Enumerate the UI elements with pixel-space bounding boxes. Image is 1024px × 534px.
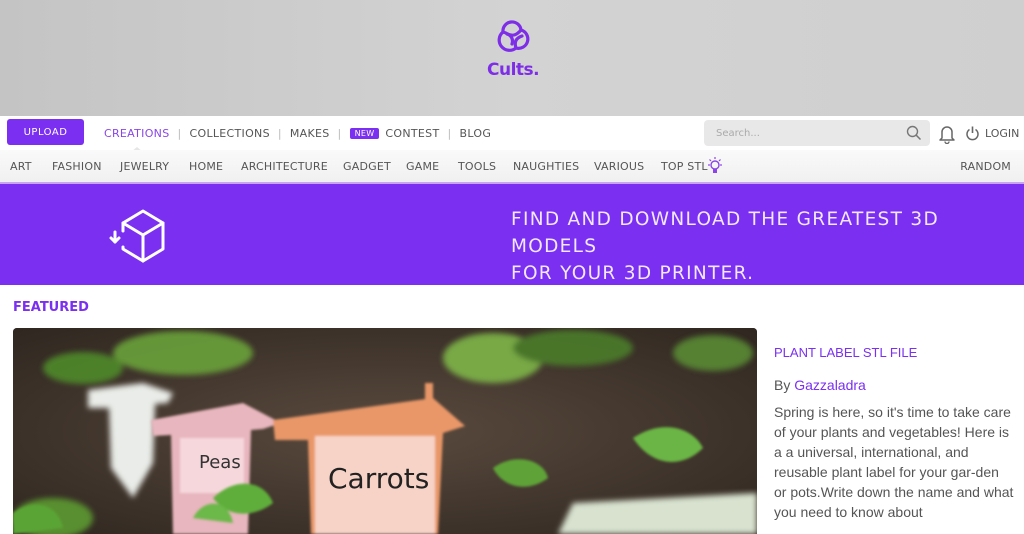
header-banner: Cults. xyxy=(0,0,1024,116)
category-home[interactable]: HOME xyxy=(189,160,223,173)
nav-separator: | xyxy=(337,126,342,140)
upload-button[interactable]: UPLOAD xyxy=(7,119,84,145)
lightbulb-icon xyxy=(706,156,724,179)
category-architecture[interactable]: ARCHITECTURE xyxy=(241,160,328,173)
featured-title[interactable]: PLANT LABEL STL FILE xyxy=(774,345,1014,360)
new-badge: NEW xyxy=(349,127,380,139)
banner-line-1: FIND AND DOWNLOAD THE GREATEST 3D MODELS xyxy=(511,209,939,257)
category-fashion[interactable]: FASHION xyxy=(52,160,102,173)
category-various[interactable]: VARIOUS xyxy=(594,160,644,173)
category-art[interactable]: ART xyxy=(10,160,32,173)
category-top-stl[interactable]: TOP STL xyxy=(661,160,708,173)
box-download-icon xyxy=(106,204,168,272)
login-label: LOGIN xyxy=(985,126,1020,140)
featured-heading: FEATURED xyxy=(13,300,89,315)
nav-creations[interactable]: CREATIONS xyxy=(104,127,169,140)
logo-text: Cults. xyxy=(487,60,540,80)
search-input[interactable] xyxy=(704,127,894,139)
nav-contest[interactable]: NEW CONTEST xyxy=(349,126,440,140)
login-button[interactable]: LOGIN xyxy=(965,125,1019,141)
author-link[interactable]: Gazzaladra xyxy=(794,377,866,393)
nav-makes[interactable]: MAKES xyxy=(290,127,330,140)
nav-separator: | xyxy=(177,126,182,140)
search-box xyxy=(704,120,930,146)
main-navbar: UPLOAD CREATIONS | COLLECTIONS | MAKES |… xyxy=(0,116,1024,150)
featured-info: PLANT LABEL STL FILE By Gazzaladra Sprin… xyxy=(774,345,1014,522)
nav-links: CREATIONS | COLLECTIONS | MAKES | NEW CO… xyxy=(104,116,491,150)
category-random[interactable]: RANDOM xyxy=(960,160,1011,173)
category-naughties[interactable]: NAUGHTIES xyxy=(513,160,579,173)
banner-text: FIND AND DOWNLOAD THE GREATEST 3D MODELS… xyxy=(511,206,1024,287)
nav-contest-label: CONTEST xyxy=(385,126,440,140)
cults-logo[interactable]: Cults. xyxy=(487,14,540,84)
image-label-carrots: Carrots xyxy=(328,462,429,495)
nav-blog[interactable]: BLOG xyxy=(459,127,491,140)
category-jewelry[interactable]: JEWELRY xyxy=(120,160,169,173)
bell-icon[interactable] xyxy=(938,124,956,148)
category-bar: ART FASHION JEWELRY HOME ARCHITECTURE GA… xyxy=(0,150,1024,184)
banner-line-2: FOR YOUR 3D PRINTER. xyxy=(511,263,755,284)
power-icon xyxy=(966,126,979,141)
cults-logo-icon xyxy=(497,20,530,52)
featured-description: Spring is here, so it's time to take car… xyxy=(774,404,1014,520)
category-gadget[interactable]: GADGET xyxy=(343,160,391,173)
nav-separator: | xyxy=(277,126,282,140)
nav-separator: | xyxy=(447,126,452,140)
category-tools[interactable]: TOOLS xyxy=(458,160,496,173)
search-icon[interactable] xyxy=(906,125,922,145)
category-game[interactable]: GAME xyxy=(406,160,439,173)
nav-collections[interactable]: COLLECTIONS xyxy=(190,127,270,140)
featured-author-line: By Gazzaladra xyxy=(774,377,1014,393)
author-prefix: By xyxy=(774,377,791,393)
featured-image[interactable]: Peas Carrots xyxy=(13,328,757,534)
image-label-peas: Peas xyxy=(199,452,241,473)
